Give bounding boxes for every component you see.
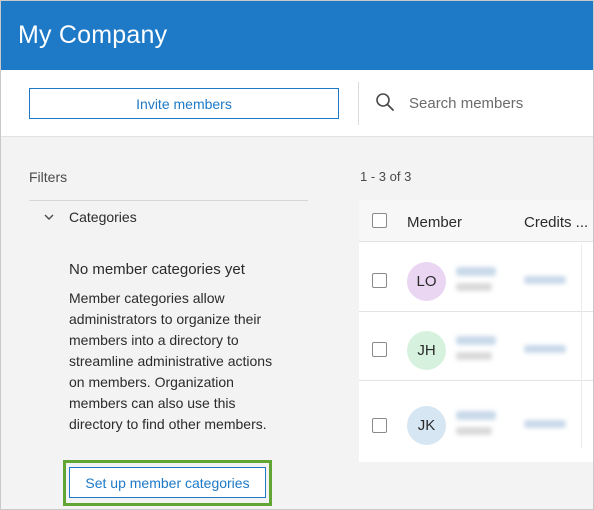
table-row[interactable]: LO xyxy=(359,244,593,312)
redacted-name xyxy=(456,267,496,276)
company-title: My Company xyxy=(18,21,168,49)
row-checkbox[interactable] xyxy=(372,342,387,357)
redacted-username xyxy=(456,283,492,291)
redacted-credits xyxy=(524,345,566,353)
filters-divider xyxy=(29,200,308,201)
column-separator xyxy=(581,244,582,448)
redacted-credits xyxy=(524,420,566,428)
avatar: LO xyxy=(407,262,446,301)
select-all-checkbox[interactable] xyxy=(372,213,387,228)
table-row[interactable]: JH xyxy=(359,313,593,381)
categories-toggle[interactable]: Categories xyxy=(69,209,137,225)
column-header-credits[interactable]: Credits ... xyxy=(524,214,588,231)
avatar: JH xyxy=(407,331,446,370)
filters-heading: Filters xyxy=(29,169,68,185)
row-checkbox[interactable] xyxy=(372,418,387,433)
search-icon xyxy=(376,93,394,111)
redacted-name xyxy=(456,336,496,345)
set-up-member-categories-button[interactable]: Set up member categories xyxy=(69,467,266,498)
search-members-input[interactable] xyxy=(409,92,589,114)
avatar: JK xyxy=(407,406,446,445)
redacted-username xyxy=(456,427,492,435)
avatar-initials: JH xyxy=(417,342,436,359)
empty-state-title: No member categories yet xyxy=(69,261,245,278)
results-count: 1 - 3 of 3 xyxy=(360,169,412,184)
redacted-credits xyxy=(524,276,566,284)
empty-state-description: Member categories allow administrators t… xyxy=(69,290,273,432)
invite-members-button[interactable]: Invite members xyxy=(29,88,339,119)
members-table: Member Credits ... LO JH JK xyxy=(359,200,593,462)
column-header-member[interactable]: Member xyxy=(407,214,462,231)
table-header: Member Credits ... xyxy=(359,200,593,242)
table-row[interactable]: JK xyxy=(359,382,593,454)
app-header: My Company xyxy=(1,1,593,70)
redacted-name xyxy=(456,411,496,420)
app-frame: My Company Invite members Filters Catego… xyxy=(0,0,594,510)
toolbar-divider xyxy=(358,82,359,125)
row-checkbox[interactable] xyxy=(372,273,387,288)
avatar-initials: LO xyxy=(416,273,437,290)
redacted-username xyxy=(456,352,492,360)
avatar-initials: JK xyxy=(417,417,436,434)
chevron-down-icon[interactable] xyxy=(43,211,55,223)
members-toolbar: Invite members xyxy=(1,70,593,137)
